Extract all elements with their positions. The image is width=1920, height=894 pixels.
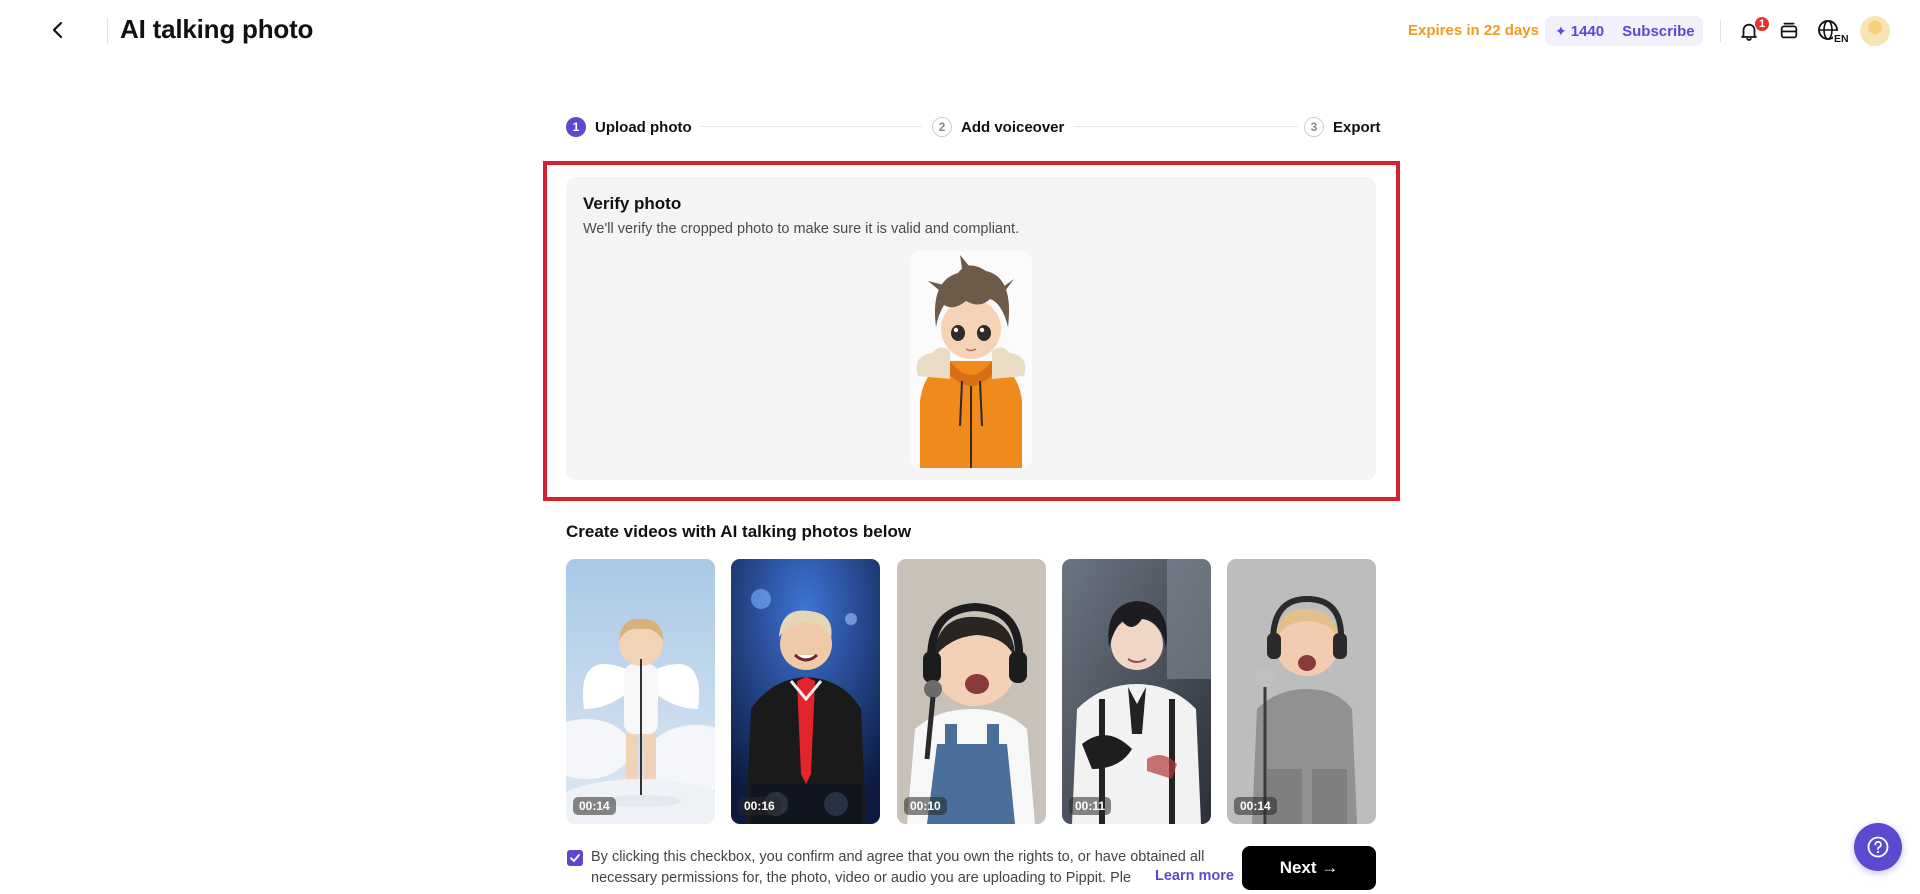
step-number: 2 [932, 117, 952, 137]
globe-icon: EN [1818, 20, 1850, 44]
duration-badge: 00:10 [904, 797, 947, 815]
notification-badge: 1 [1754, 16, 1770, 32]
consent-text: By clicking this checkbox, you confirm a… [591, 849, 1205, 886]
example-thumbnail[interactable]: 00:10 [897, 559, 1046, 824]
example-thumbnail[interactable]: 00:14 [566, 559, 715, 824]
step-connector [700, 126, 922, 127]
back-button[interactable] [44, 16, 72, 44]
duration-badge: 00:16 [738, 797, 781, 815]
credits-count: 1440 [1570, 22, 1605, 40]
header-divider [1720, 20, 1721, 42]
expiry-notice: Expires in 22 days [1408, 22, 1539, 39]
help-icon [1867, 836, 1889, 858]
stepper: 1 Upload photo 2 Add voiceover 3 Export [566, 114, 1381, 140]
subscribe-button[interactable]: Subscribe [1622, 23, 1695, 40]
credits-pill: ✦ 1440 Subscribe [1545, 16, 1703, 46]
example-thumbnail[interactable]: 00:11 [1062, 559, 1211, 824]
step-upload-photo: 1 Upload photo [566, 114, 692, 140]
learn-more-link[interactable]: Learn more [1151, 868, 1234, 884]
step-export: 3 Export [1304, 114, 1381, 140]
next-button[interactable]: Next → [1242, 846, 1376, 890]
avatar[interactable] [1860, 16, 1890, 46]
duration-badge: 00:11 [1069, 797, 1112, 815]
assets-button[interactable] [1774, 16, 1804, 46]
cropped-photo [910, 251, 1032, 468]
language-button[interactable]: EN [1815, 16, 1851, 46]
consent-checkbox[interactable] [567, 850, 583, 866]
header: AI talking photo Expires in 22 days ✦ 14… [0, 0, 1920, 62]
step-number: 3 [1304, 117, 1324, 137]
chevron-left-icon [52, 21, 63, 39]
young-man-image [1062, 559, 1211, 824]
check-icon [570, 854, 580, 862]
language-label: EN [1834, 33, 1849, 44]
verify-photo-panel: Verify photo We'll verify the cropped ph… [566, 177, 1376, 480]
dj-man-image [731, 559, 880, 824]
example-thumbnail[interactable]: 00:16 [731, 559, 880, 824]
example-thumbnail[interactable]: 00:14 [1227, 559, 1376, 824]
duration-badge: 00:14 [573, 797, 616, 815]
step-connector [1074, 126, 1298, 127]
step-label: Add voiceover [961, 118, 1065, 136]
cartoon-boy-image [910, 251, 1032, 468]
help-button[interactable] [1854, 823, 1902, 871]
header-divider [107, 18, 108, 44]
examples-heading: Create videos with AI talking photos bel… [566, 522, 912, 541]
examples-gallery: 00:14 00:16 00:10 00:11 00:14 [566, 559, 1376, 824]
toddler-singer-image [1227, 559, 1376, 824]
sparkle-icon: ✦ [1555, 22, 1567, 39]
page-title: AI talking photo [120, 14, 314, 44]
verify-title: Verify photo [583, 194, 682, 213]
step-add-voiceover: 2 Add voiceover [932, 114, 1064, 140]
step-number: 1 [566, 117, 586, 137]
angel-child-image [566, 559, 715, 824]
baby-singer-image [897, 559, 1046, 824]
duration-badge: 00:14 [1234, 797, 1277, 815]
stack-icon [1780, 22, 1798, 39]
step-label: Upload photo [595, 118, 692, 136]
step-label: Export [1333, 118, 1381, 136]
verify-description: We'll verify the cropped photo to make s… [583, 221, 1020, 237]
